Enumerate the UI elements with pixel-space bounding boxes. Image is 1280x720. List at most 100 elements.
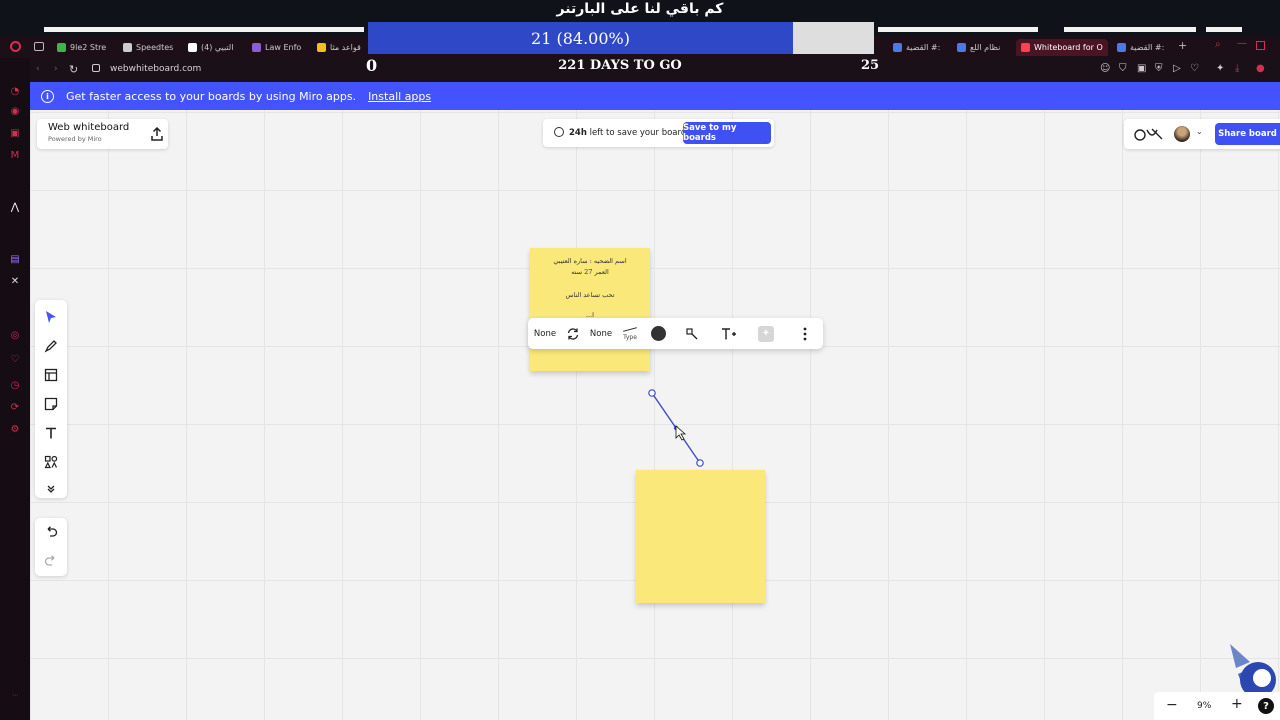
maximize-icon[interactable]	[1256, 41, 1265, 50]
end-arrow-select[interactable]: None	[586, 318, 616, 349]
player-icon[interactable]: ◎	[9, 330, 21, 342]
redo-icon[interactable]	[41, 551, 61, 571]
more-icon[interactable]: ⋯	[9, 690, 21, 702]
tab-label: Speedtes	[136, 43, 174, 52]
sticky-line: العمر 27 سنه	[571, 268, 609, 276]
forward-icon[interactable]: ›	[54, 64, 58, 74]
send-icon[interactable]: ▷	[1173, 63, 1181, 74]
tab-favicon-icon	[123, 43, 132, 52]
app-icon[interactable]: ⋀	[9, 202, 21, 214]
countdown-days-label: 221 DAYS TO GO	[558, 58, 682, 73]
connection-point-icon[interactable]	[680, 318, 704, 349]
browser-tab[interactable]: 9le2 Stre	[52, 39, 110, 56]
connector-context-toolbar: None None Type ✦	[528, 318, 823, 349]
zoom-in-icon[interactable]: +	[1231, 696, 1243, 712]
browser-tab[interactable]: نظام اللع	[952, 39, 1010, 56]
download-icon[interactable]: ⤓	[1235, 63, 1239, 74]
bookmarks-icon[interactable]: ♡	[9, 354, 21, 366]
templates-tool-icon[interactable]	[41, 365, 61, 385]
settings-icon[interactable]: ⚙	[9, 424, 21, 436]
tab-label: 9le2 Stre	[70, 43, 107, 52]
line-style-icon	[623, 327, 637, 333]
browser-tab[interactable]: القضية #:	[1112, 39, 1168, 56]
messenger-icon[interactable]: ◉	[9, 106, 21, 118]
gmail-icon[interactable]: M	[9, 150, 21, 162]
countdown-max-label: 25	[861, 58, 880, 73]
tab-label: قواعد مثا	[330, 43, 361, 52]
avatar[interactable]	[1174, 126, 1190, 142]
sticky-note-tool-icon[interactable]	[41, 394, 61, 414]
text-tool-icon[interactable]	[41, 423, 61, 443]
share-board-button[interactable]: Share board	[1215, 123, 1280, 145]
browser-sidebar: ◔ ◉ ▣ M ⋀ ▤ ✕ ◎ ♡ ◷ ⟳ ⚙ ⋯	[0, 58, 30, 720]
add-text-icon[interactable]	[717, 318, 741, 349]
browser-tab[interactable]: القضية #:	[888, 39, 946, 56]
color-picker[interactable]	[646, 318, 670, 349]
aria-icon[interactable]: ◔	[9, 86, 21, 98]
extensions-sidebar-icon[interactable]: ⟳	[9, 402, 21, 414]
tab-favicon-icon	[317, 43, 326, 52]
reactions-icon[interactable]	[1134, 126, 1164, 142]
sticky-note-empty[interactable]	[636, 470, 765, 603]
browser-tab[interactable]: (4) التبيي	[183, 39, 241, 56]
more-tools-icon[interactable]	[41, 479, 61, 499]
save-notice-text: left to save your board.	[586, 128, 689, 138]
pen-tool-icon[interactable]	[41, 336, 61, 356]
collab-card: ⌄ Share board	[1124, 119, 1280, 149]
browser-tab[interactable]: Law Enfo	[247, 39, 305, 56]
board-title[interactable]: Web whiteboard	[48, 122, 129, 133]
minimize-icon[interactable]: —	[1237, 38, 1247, 49]
shapes-tool-icon[interactable]	[41, 452, 61, 472]
tab-favicon-icon	[252, 43, 261, 52]
history-icon[interactable]: ◷	[9, 380, 21, 392]
opera-logo-icon[interactable]	[10, 41, 21, 52]
back-icon[interactable]: ‹	[36, 64, 40, 74]
shield-icon[interactable]: ⛨	[1155, 63, 1163, 74]
help-icon[interactable]: ?	[1258, 698, 1274, 714]
search-tabs-icon[interactable]: ⌕	[1215, 39, 1221, 50]
tab-label: القضية #:	[1130, 43, 1165, 52]
x-icon[interactable]: ✕	[9, 276, 21, 288]
profile-icon[interactable]: ●	[1256, 63, 1265, 74]
tab-label: (4) التبيي	[201, 43, 234, 52]
save-to-my-boards-button[interactable]: Save to my boards	[683, 122, 771, 144]
reload-icon[interactable]: ↻	[69, 63, 78, 76]
browser-tab[interactable]: Speedtes	[118, 39, 176, 56]
line-type-label: Type	[623, 333, 637, 341]
extensions-icon[interactable]: ✦	[1216, 63, 1224, 74]
instagram-icon[interactable]: ▣	[9, 128, 21, 140]
install-apps-link[interactable]: Install apps	[368, 90, 431, 103]
heart-icon[interactable]: ♡	[1190, 63, 1199, 74]
banner-text: Get faster access to your boards by usin…	[66, 89, 357, 103]
countdown-min-label: 0	[366, 56, 378, 75]
twitch-icon[interactable]: ▤	[9, 254, 21, 266]
tab-label: نظام اللع	[970, 43, 1001, 52]
line-type-select[interactable]: Type	[618, 318, 642, 349]
save-board-card: 24h left to save your board. Save to my …	[543, 119, 774, 147]
more-options-icon[interactable]	[793, 318, 817, 349]
connector-line[interactable]	[640, 382, 710, 472]
swap-ends-icon[interactable]	[562, 318, 584, 349]
new-tab-icon[interactable]: +	[1178, 39, 1187, 52]
emoji-icon[interactable]: ☺	[1100, 63, 1110, 74]
tab-switcher-icon[interactable]	[34, 42, 44, 51]
miro-canvas[interactable]: i Get faster access to your boards by us…	[30, 82, 1280, 720]
export-icon[interactable]	[149, 126, 165, 142]
zoom-out-icon[interactable]: −	[1166, 697, 1178, 713]
countdown-progress-bar: 21 (84.00%)	[368, 22, 874, 54]
undo-icon[interactable]	[41, 522, 61, 542]
snapshot-icon[interactable]: ▣	[1137, 63, 1146, 74]
bookmark-icon[interactable]: ⛉	[1119, 63, 1127, 74]
chevron-down-icon[interactable]: ⌄	[1196, 127, 1203, 136]
overlay-stripe	[44, 27, 364, 32]
browser-tab[interactable]: قواعد مثا	[312, 39, 368, 56]
sticky-note-victim[interactable]: اسم الضحيه : ساره العتيبي العمر 27 سنه ت…	[530, 248, 650, 371]
select-tool-icon[interactable]	[41, 307, 61, 327]
url-field[interactable]: webwhiteboard.com	[110, 64, 201, 74]
ai-assist-icon[interactable]: ✦	[754, 318, 778, 349]
zoom-level[interactable]: 9%	[1197, 701, 1211, 711]
start-arrow-select[interactable]: None	[530, 318, 560, 349]
tab-favicon-icon	[188, 43, 197, 52]
browser-tab[interactable]: Whiteboard for O	[1016, 39, 1108, 56]
tab-favicon-icon	[1021, 43, 1030, 52]
